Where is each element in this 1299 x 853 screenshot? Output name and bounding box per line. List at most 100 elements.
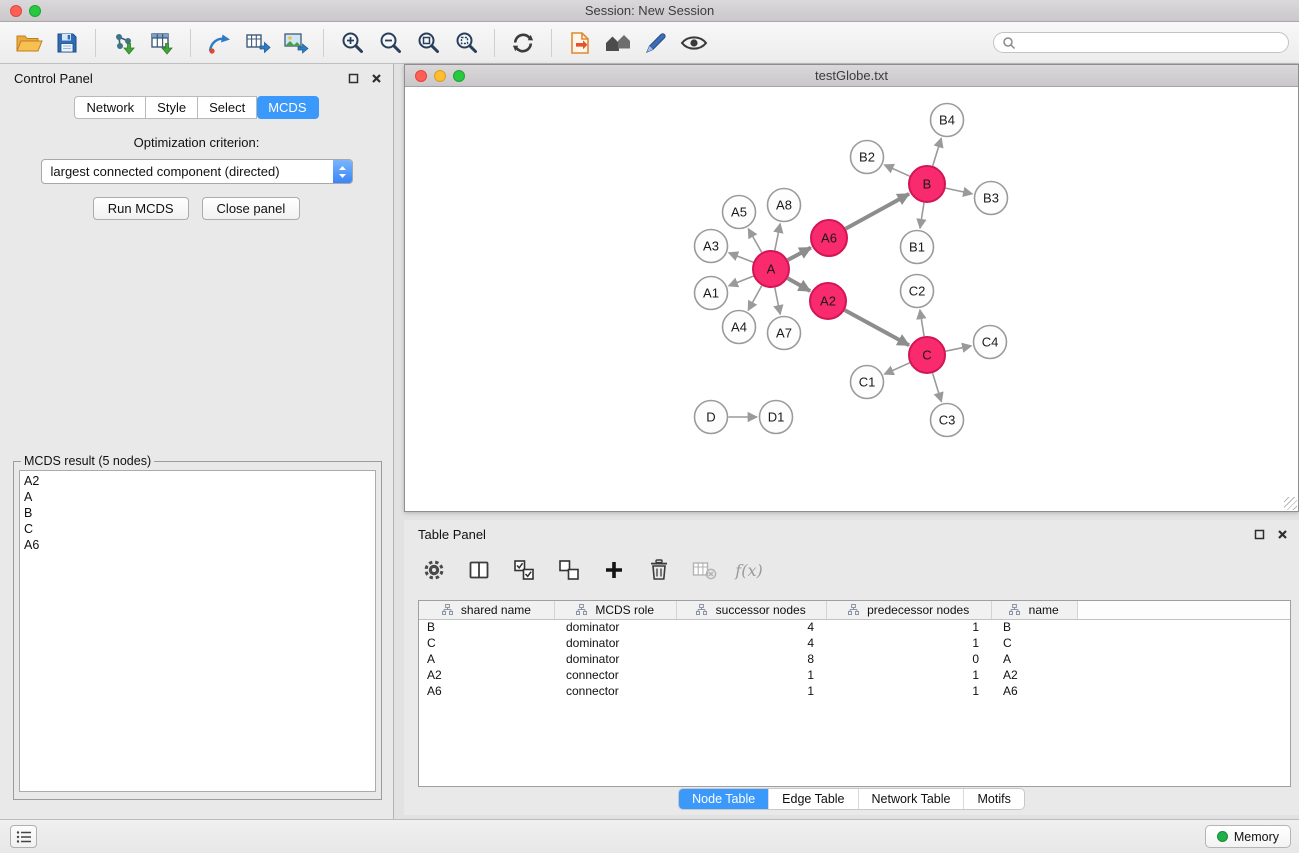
zoom-fit-button[interactable] bbox=[409, 25, 447, 61]
graph-node-A3[interactable]: A3 bbox=[695, 230, 728, 263]
save-session-button[interactable] bbox=[48, 25, 86, 61]
apply-style-button[interactable] bbox=[637, 25, 675, 61]
cell-name[interactable]: A2 bbox=[991, 667, 1077, 683]
cell-mcds-role[interactable]: dominator bbox=[554, 651, 676, 667]
graph-node-A7[interactable]: A7 bbox=[768, 317, 801, 350]
cell-mcds-role[interactable]: dominator bbox=[554, 619, 676, 635]
cell-predecessor-nodes[interactable]: 0 bbox=[826, 651, 991, 667]
graph-node-B1[interactable]: B1 bbox=[901, 231, 934, 264]
graph-node-A1[interactable]: A1 bbox=[695, 277, 728, 310]
table-settings-button[interactable] bbox=[420, 556, 448, 584]
tab-style[interactable]: Style bbox=[146, 96, 198, 119]
graph-node-A4[interactable]: A4 bbox=[723, 311, 756, 344]
zoom-out-button[interactable] bbox=[371, 25, 409, 61]
deselect-all-rows-button[interactable] bbox=[555, 556, 583, 584]
cell-name[interactable]: A6 bbox=[991, 683, 1077, 699]
graph-node-C2[interactable]: C2 bbox=[901, 275, 934, 308]
export-image-button[interactable] bbox=[276, 25, 314, 61]
graph-edge-B-B1[interactable] bbox=[920, 203, 924, 228]
show-hide-button[interactable] bbox=[675, 25, 713, 61]
cell-successor-nodes[interactable]: 8 bbox=[676, 651, 826, 667]
column-header-successor-nodes[interactable]: successor nodes bbox=[676, 601, 826, 619]
graph-node-C3[interactable]: C3 bbox=[931, 404, 964, 437]
table-row[interactable]: A2connector11A2 bbox=[419, 667, 1290, 683]
graph-edge-C-C1[interactable] bbox=[884, 363, 909, 374]
graph-edge-B-B2[interactable] bbox=[884, 165, 909, 176]
graph-edge-A2-C[interactable] bbox=[845, 310, 909, 345]
column-header-shared-name[interactable]: shared name bbox=[419, 601, 554, 619]
select-all-rows-button[interactable] bbox=[510, 556, 538, 584]
cell-shared-name[interactable]: C bbox=[419, 635, 554, 651]
open-recent-file-button[interactable] bbox=[561, 25, 599, 61]
graph-edge-A-A7[interactable] bbox=[775, 288, 780, 315]
tab-motifs[interactable]: Motifs bbox=[964, 789, 1023, 809]
graph-edge-A-A4[interactable] bbox=[748, 286, 762, 311]
graph-edge-A-A8[interactable] bbox=[775, 224, 780, 251]
graph-edge-B-B3[interactable] bbox=[946, 188, 973, 194]
show-columns-button[interactable] bbox=[465, 556, 493, 584]
cell-mcds-role[interactable]: connector bbox=[554, 667, 676, 683]
tab-select[interactable]: Select bbox=[198, 96, 257, 119]
cell-successor-nodes[interactable]: 1 bbox=[676, 667, 826, 683]
apply-layout-button[interactable] bbox=[504, 25, 542, 61]
graph-node-A[interactable]: A bbox=[753, 251, 789, 287]
session-home-button[interactable] bbox=[599, 25, 637, 61]
mcds-result-item[interactable]: A bbox=[20, 489, 375, 505]
graph-node-A6[interactable]: A6 bbox=[811, 220, 847, 256]
graph-node-C[interactable]: C bbox=[909, 337, 945, 373]
zoom-selected-button[interactable] bbox=[447, 25, 485, 61]
close-mcds-panel-button[interactable]: Close panel bbox=[202, 197, 301, 220]
cell-mcds-role[interactable]: connector bbox=[554, 683, 676, 699]
import-network-button[interactable] bbox=[105, 25, 143, 61]
import-table-button[interactable] bbox=[143, 25, 181, 61]
tab-edge-table[interactable]: Edge Table bbox=[769, 789, 858, 809]
graph-edge-A6-B[interactable] bbox=[846, 194, 909, 229]
memory-button[interactable]: Memory bbox=[1205, 825, 1291, 848]
graph-node-B3[interactable]: B3 bbox=[975, 182, 1008, 215]
tab-node-table[interactable]: Node Table bbox=[679, 789, 769, 809]
mcds-result-item[interactable]: C bbox=[20, 521, 375, 537]
cell-predecessor-nodes[interactable]: 1 bbox=[826, 667, 991, 683]
close-window-button[interactable] bbox=[10, 5, 22, 17]
graph-node-C4[interactable]: C4 bbox=[974, 326, 1007, 359]
cell-successor-nodes[interactable]: 1 bbox=[676, 683, 826, 699]
column-header-name[interactable]: name bbox=[991, 601, 1077, 619]
graph-node-D[interactable]: D bbox=[695, 401, 728, 434]
cell-predecessor-nodes[interactable]: 1 bbox=[826, 635, 991, 651]
float-table-panel-button[interactable] bbox=[1252, 527, 1266, 541]
mcds-result-item[interactable]: A6 bbox=[20, 537, 375, 553]
network-zoom-button[interactable] bbox=[453, 70, 465, 82]
function-builder-button[interactable]: f(x) bbox=[735, 556, 763, 584]
task-history-button[interactable] bbox=[10, 825, 37, 848]
graph-edge-A-A3[interactable] bbox=[729, 253, 754, 262]
table-row[interactable]: Adominator80A bbox=[419, 651, 1290, 667]
cell-shared-name[interactable]: B bbox=[419, 619, 554, 635]
table-row[interactable]: A6connector11A6 bbox=[419, 683, 1290, 699]
graph-node-A8[interactable]: A8 bbox=[768, 189, 801, 222]
graph-edge-A-A2[interactable] bbox=[788, 278, 811, 291]
cell-shared-name[interactable]: A bbox=[419, 651, 554, 667]
delete-column-button[interactable] bbox=[645, 556, 673, 584]
zoom-in-button[interactable] bbox=[333, 25, 371, 61]
graph-edge-A-A6[interactable] bbox=[788, 248, 811, 260]
search-input[interactable] bbox=[1021, 36, 1280, 50]
graph-edge-A-A5[interactable] bbox=[748, 229, 761, 253]
cell-mcds-role[interactable]: dominator bbox=[554, 635, 676, 651]
graph-edge-B-B4[interactable] bbox=[933, 138, 942, 166]
tab-network-table[interactable]: Network Table bbox=[859, 789, 965, 809]
graph-edge-C-C2[interactable] bbox=[920, 310, 924, 336]
open-session-button[interactable] bbox=[10, 25, 48, 61]
mcds-result-item[interactable]: A2 bbox=[20, 473, 375, 489]
graph-node-A2[interactable]: A2 bbox=[810, 283, 846, 319]
graph-edge-C-C3[interactable] bbox=[933, 373, 942, 402]
tab-network[interactable]: Network bbox=[74, 96, 146, 119]
export-network-button[interactable] bbox=[200, 25, 238, 61]
graph-node-B4[interactable]: B4 bbox=[931, 104, 964, 137]
cell-successor-nodes[interactable]: 4 bbox=[676, 619, 826, 635]
graph-edge-A-A1[interactable] bbox=[729, 276, 754, 286]
graph-edge-C-C4[interactable] bbox=[946, 346, 972, 351]
export-table-button[interactable] bbox=[238, 25, 276, 61]
add-column-button[interactable] bbox=[600, 556, 628, 584]
network-close-button[interactable] bbox=[415, 70, 427, 82]
float-control-panel-button[interactable] bbox=[346, 71, 360, 85]
